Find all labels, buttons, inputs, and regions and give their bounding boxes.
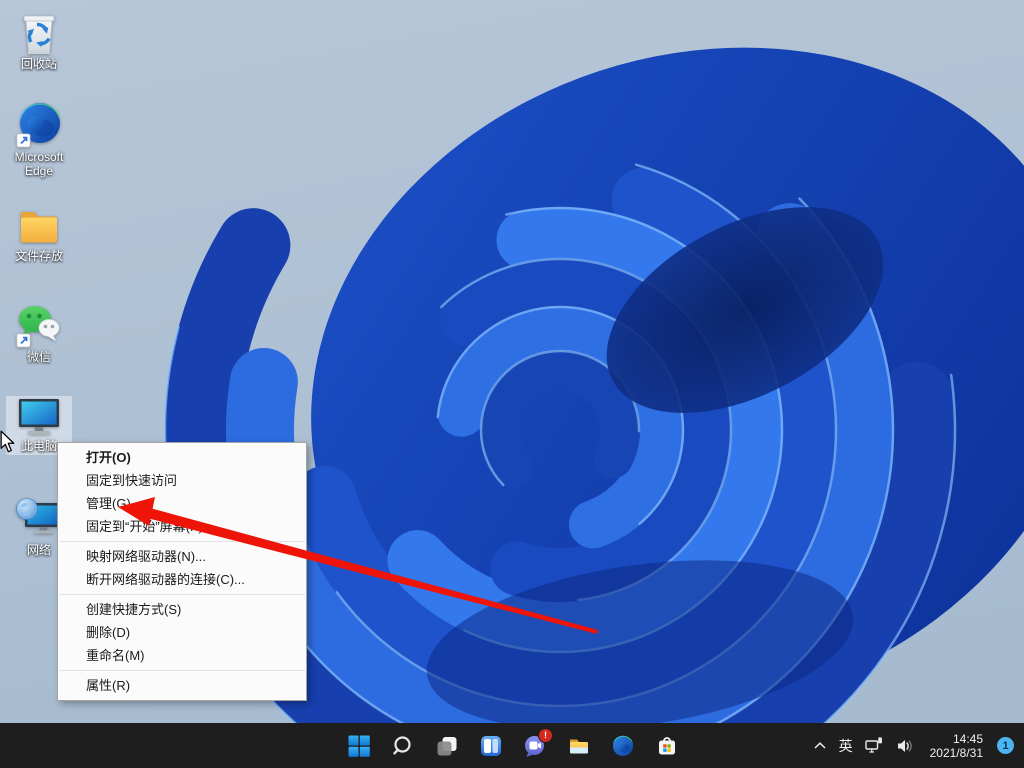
taskbar-center-icons: ! [339,723,687,768]
search-button[interactable] [383,726,423,766]
this-pc-icon [19,399,59,435]
hidden-icons-button[interactable] [813,741,827,750]
menu-item-create-shortcut[interactable]: 创建快捷方式(S) [58,598,306,621]
desktop-icon-label: 回收站 [20,57,57,71]
teams-notification-badge: ! [538,727,553,743]
desktop-icon-label: 网络 [26,543,51,557]
menu-item-pin-quick-access[interactable]: 固定到快速访问 [58,469,306,492]
context-menu: 打开(O) 固定到快速访问 管理(G) 固定到“开始”屏幕(P) 映射网络驱动器… [57,442,307,701]
volume-button[interactable] [896,738,914,754]
desktop-icon-label: Microsoft Edge [14,150,64,178]
desktop-icon-label: 微信 [26,350,51,364]
wechat-icon [16,306,60,348]
desktop-icon-file-folder[interactable]: 文件存放 [6,202,72,265]
desktop-icon-label: 文件存放 [14,249,63,263]
file-explorer-icon [570,739,588,753]
windows-start-icon [348,735,370,757]
menu-item-manage[interactable]: 管理(G) [58,492,306,515]
network-icon [16,498,61,534]
teams-chat-button[interactable]: ! [515,726,555,766]
desktop-icon-label: 此电脑 [20,439,57,453]
widgets-button[interactable] [471,726,511,766]
system-tray: 英 14:45 2021/8/31 1 [813,723,1024,768]
desktop-icon-microsoft-edge[interactable]: Microsoft Edge [6,99,72,180]
taskbar: ! 英 14:45 2021/8/31 1 [0,723,1024,768]
network-tray-button[interactable] [864,737,884,754]
search-icon [393,735,411,754]
chevron-up-icon [814,742,826,749]
edge-icon [16,103,60,148]
clock[interactable]: 14:45 2021/8/31 [930,732,983,760]
desktop-icon-recycle-bin[interactable]: 回收站 [6,8,72,73]
widgets-icon [481,735,501,756]
ethernet-network-icon [864,737,882,753]
menu-separator [59,594,305,595]
folder-icon [21,212,57,243]
speaker-volume-icon [897,739,912,752]
task-view-button[interactable] [427,726,467,766]
menu-item-open[interactable]: 打开(O) [58,446,306,469]
menu-item-properties[interactable]: 属性(R) [58,674,306,697]
ime-indicator[interactable]: 英 [839,739,853,753]
clock-date: 2021/8/31 [929,745,983,760]
menu-item-delete[interactable]: 删除(D) [58,621,306,644]
microsoft-store-icon [659,736,675,754]
recycle-bin-icon [23,15,55,54]
menu-separator [59,670,305,671]
task-view-icon [437,736,457,755]
start-button[interactable] [339,726,379,766]
file-explorer-button[interactable] [559,726,599,766]
menu-item-map-network-drive[interactable]: 映射网络驱动器(N)... [58,545,306,568]
edge-icon [613,735,633,756]
menu-separator [59,541,305,542]
edge-button[interactable] [603,726,643,766]
menu-item-disconnect-network-drive[interactable]: 断开网络驱动器的连接(C)... [58,568,306,591]
clock-time: 14:45 [952,731,983,746]
menu-item-pin-to-start[interactable]: 固定到“开始”屏幕(P) [58,515,306,538]
desktop-icon-wechat[interactable]: 微信 [6,299,72,366]
menu-item-rename[interactable]: 重命名(M) [58,644,306,667]
notification-count-badge[interactable]: 1 [997,737,1014,754]
windows-desktop: 回收站 Microsoft Edge 文件存放 微信 此电脑 网络 打开(O) … [0,0,1024,768]
microsoft-store-button[interactable] [647,726,687,766]
